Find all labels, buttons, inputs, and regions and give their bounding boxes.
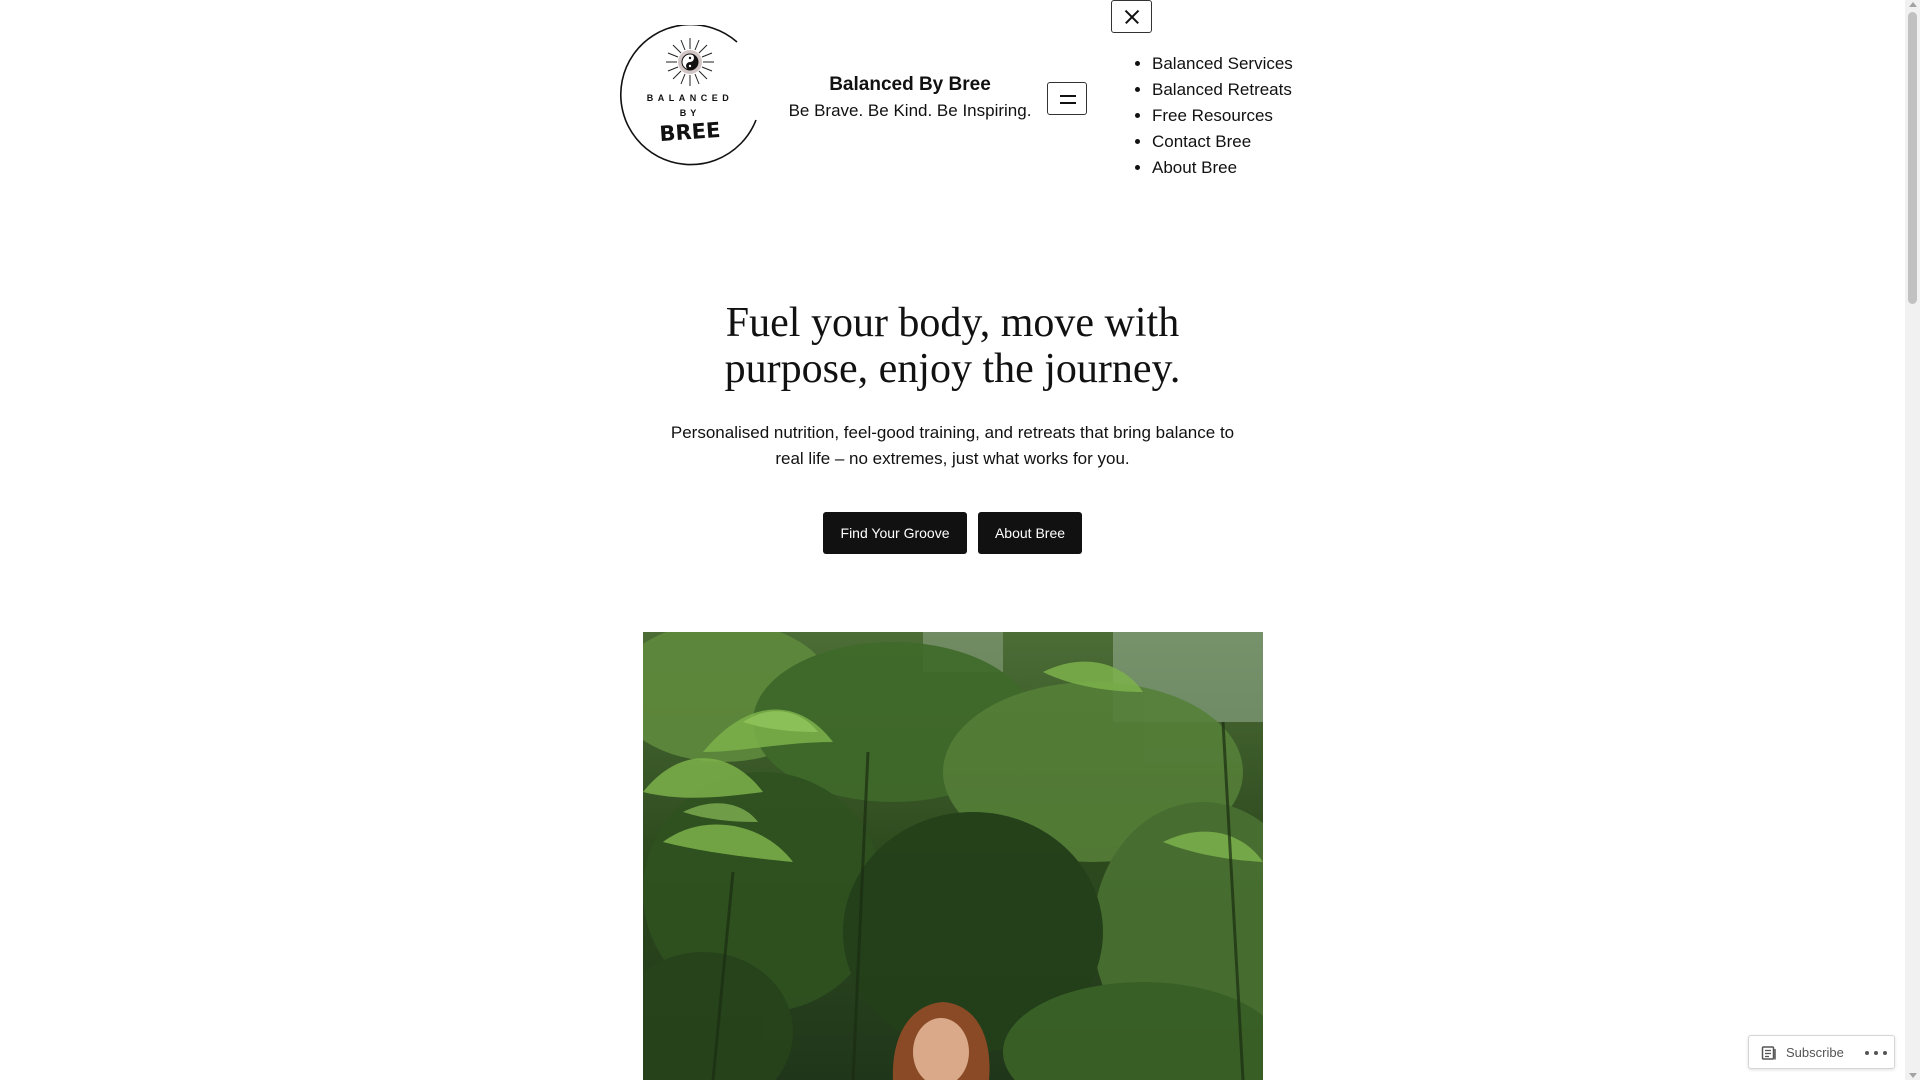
hero-title: Fuel your body, move with purpose, enjoy… [724, 300, 1181, 392]
hero-photo [643, 632, 1263, 1080]
nav-item-contact-bree[interactable]: Contact Bree [1152, 129, 1293, 155]
logo-graphic: BALANCED BY BREE [619, 25, 757, 166]
jungle-photo-graphic [643, 632, 1263, 1080]
nav-item-balanced-services[interactable]: Balanced Services [1152, 51, 1293, 77]
logo-text-balanced: BALANCED [647, 93, 734, 103]
hero-description: Personalised nutrition, feel-good traini… [670, 423, 1235, 468]
ellipsis-icon[interactable] [1865, 1051, 1889, 1055]
nav-item-about-bree[interactable]: About Bree [1152, 155, 1293, 181]
scrollbar-thumb[interactable] [1908, 12, 1917, 304]
nav-item-balanced-retreats[interactable]: Balanced Retreats [1152, 77, 1293, 103]
site-tagline: Be Brave. Be Kind. Be Inspiring. [788, 101, 1032, 120]
logo-text-by: BY [680, 108, 701, 118]
scroll-up-arrow-icon[interactable] [1909, 2, 1917, 7]
site-title[interactable]: Balanced By Bree [760, 74, 1060, 96]
site-logo[interactable]: BALANCED BY BREE [619, 25, 762, 168]
scroll-down-arrow-icon[interactable] [1909, 1073, 1917, 1078]
find-your-groove-button[interactable]: Find Your Groove [823, 512, 967, 554]
nav-item-free-resources[interactable]: Free Resources [1152, 103, 1293, 129]
about-bree-button[interactable]: About Bree [978, 512, 1082, 554]
page-scrollbar[interactable] [1905, 0, 1920, 1080]
logo-text-bree: BREE [659, 118, 721, 146]
reader-icon [1761, 1046, 1776, 1060]
page: BALANCED BY BREE Balanced By Bree Be Bra… [0, 0, 1905, 1080]
main-navigation: Balanced Services Balanced Retreats Free… [1133, 51, 1293, 181]
close-menu-button[interactable] [1111, 0, 1152, 33]
subscribe-label: Subscribe [1786, 1045, 1844, 1060]
subscribe-widget[interactable]: Subscribe [1748, 1035, 1895, 1069]
menu-toggle-button[interactable] [1047, 82, 1087, 115]
